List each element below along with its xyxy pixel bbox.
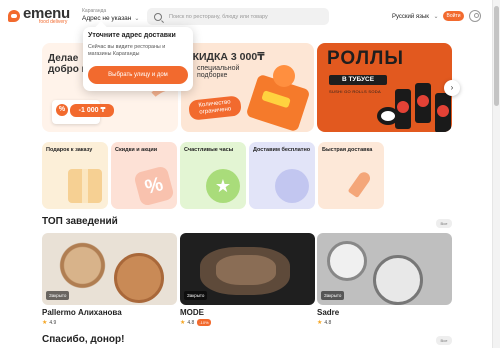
all-button[interactable]: Все bbox=[436, 219, 452, 228]
category-label: Доставим бесплатно bbox=[253, 147, 311, 153]
city-label: Караганда bbox=[82, 8, 107, 14]
decoration-icon bbox=[273, 65, 295, 87]
promo-banner-rolls[interactable]: РОЛЛЫ В ТУБУСЕ SUSHI GO ROLLS SODA bbox=[317, 43, 452, 132]
chevron-right-icon: › bbox=[450, 83, 454, 92]
category-label: Быстрая доставка bbox=[322, 147, 373, 153]
status-badge: Закрыто bbox=[184, 291, 208, 300]
restaurant-name[interactable]: Pallermo Алиханова bbox=[42, 308, 122, 317]
banner-title: РОЛЛЫ bbox=[327, 48, 404, 69]
search-placeholder: Поиск по ресторану, блюду или товару bbox=[169, 13, 268, 20]
carousel-next-button[interactable]: › bbox=[444, 80, 460, 96]
restaurant-name[interactable]: MODE bbox=[180, 308, 204, 317]
discount-badge: -1 000 ₸ bbox=[70, 104, 114, 117]
banner-tagline: SUSHI GO ROLLS SODA bbox=[329, 89, 381, 94]
star-icon: ★ bbox=[180, 320, 186, 326]
header: emenu food delivery Караганда Адрес не у… bbox=[0, 0, 492, 32]
all-button[interactable]: Все bbox=[436, 336, 452, 345]
banner-title: СКИДКА 3 000₸ bbox=[185, 51, 265, 63]
language-label: Русский язык bbox=[392, 14, 429, 20]
section-title-top: ТОП заведений bbox=[42, 216, 118, 227]
restaurant-rating: ★ 4.9 bbox=[42, 319, 57, 327]
percent-icon: % bbox=[133, 165, 175, 207]
chevron-down-icon: ⌄ bbox=[433, 14, 439, 20]
language-selector[interactable]: Русский язык ⌄ bbox=[392, 13, 439, 20]
search-icon bbox=[154, 12, 162, 21]
can-icon bbox=[415, 83, 431, 123]
gift-icon bbox=[68, 169, 102, 203]
category-happy-hours[interactable]: Счастливые часы ★ bbox=[180, 142, 246, 209]
promo-banner-discount[interactable]: СКИДКА 3 000₸ специальной подборке Колич… bbox=[181, 43, 314, 132]
category-gift[interactable]: Подарок к заказу bbox=[42, 142, 108, 209]
banner-bottom: % -1 000 ₸ bbox=[42, 98, 178, 132]
rating-value: 4.9 bbox=[49, 319, 57, 326]
scooter-icon bbox=[275, 169, 309, 203]
restaurant-rating: ★ 4.8 -10% bbox=[180, 319, 211, 326]
restaurant-rating: ★ 4.8 bbox=[317, 319, 332, 327]
sushi-icon bbox=[377, 107, 399, 125]
star-icon: ★ bbox=[42, 320, 48, 326]
banner-badge: Количество ограничено bbox=[188, 95, 242, 121]
banner-title: Делае добро в bbox=[48, 53, 88, 75]
restaurant-card[interactable]: Закрыто bbox=[317, 233, 452, 305]
choose-address-button[interactable]: Выбрать улицу и дом bbox=[88, 66, 188, 84]
percent-badge: % bbox=[56, 104, 68, 116]
banner-subtitle: В ТУБУСЕ bbox=[329, 75, 387, 85]
status-badge: Закрыто bbox=[321, 291, 345, 300]
promo-badge: -10% bbox=[197, 319, 211, 326]
scrollbar[interactable] bbox=[492, 0, 500, 348]
category-fast-delivery[interactable]: Быстрая доставка bbox=[318, 142, 384, 209]
restaurant-card[interactable]: Закрыто bbox=[180, 233, 315, 305]
search-input[interactable]: Поиск по ресторану, блюду или товару bbox=[147, 8, 329, 25]
category-label: Подарок к заказу bbox=[46, 147, 93, 153]
popup-text: Сейчас вы видите рестораны и магазины Ка… bbox=[88, 44, 166, 57]
chevron-down-icon: ⌄ bbox=[134, 16, 140, 22]
rating-value: 4.8 bbox=[324, 319, 332, 326]
address-selector[interactable]: Караганда Адрес не указан ⌄ bbox=[82, 9, 139, 23]
address-label: Адрес не указан bbox=[82, 15, 132, 22]
logo-icon bbox=[8, 9, 20, 22]
category-free-delivery[interactable]: Доставим бесплатно bbox=[249, 142, 315, 209]
user-icon[interactable] bbox=[469, 10, 481, 22]
can-icon bbox=[395, 89, 411, 129]
logo[interactable]: emenu food delivery bbox=[8, 6, 70, 25]
address-popup: Уточните адрес доставки Сейчас вы видите… bbox=[83, 27, 193, 91]
category-label: Скидки и акции bbox=[115, 147, 158, 153]
status-badge: Закрыто bbox=[46, 291, 70, 300]
rocket-icon bbox=[344, 169, 378, 203]
can-icon bbox=[435, 93, 451, 132]
category-discounts[interactable]: Скидки и акции % bbox=[111, 142, 177, 209]
smiley-icon: ★ bbox=[206, 169, 240, 203]
popup-title: Уточните адрес доставки bbox=[88, 32, 176, 39]
category-label: Счастливые часы bbox=[184, 147, 234, 153]
star-icon: ★ bbox=[317, 320, 323, 326]
restaurant-name[interactable]: Sadre bbox=[317, 308, 339, 317]
restaurant-card[interactable]: Закрыто bbox=[42, 233, 177, 305]
banner-subtitle: специальной подборке bbox=[197, 65, 240, 80]
logo-subtitle: food delivery bbox=[39, 19, 68, 25]
login-button[interactable]: Войти bbox=[443, 11, 464, 21]
section-title-donor: Спасибо, донор! bbox=[42, 334, 125, 345]
scrollbar-thumb[interactable] bbox=[494, 6, 499, 106]
rating-value: 4.8 bbox=[187, 319, 195, 326]
